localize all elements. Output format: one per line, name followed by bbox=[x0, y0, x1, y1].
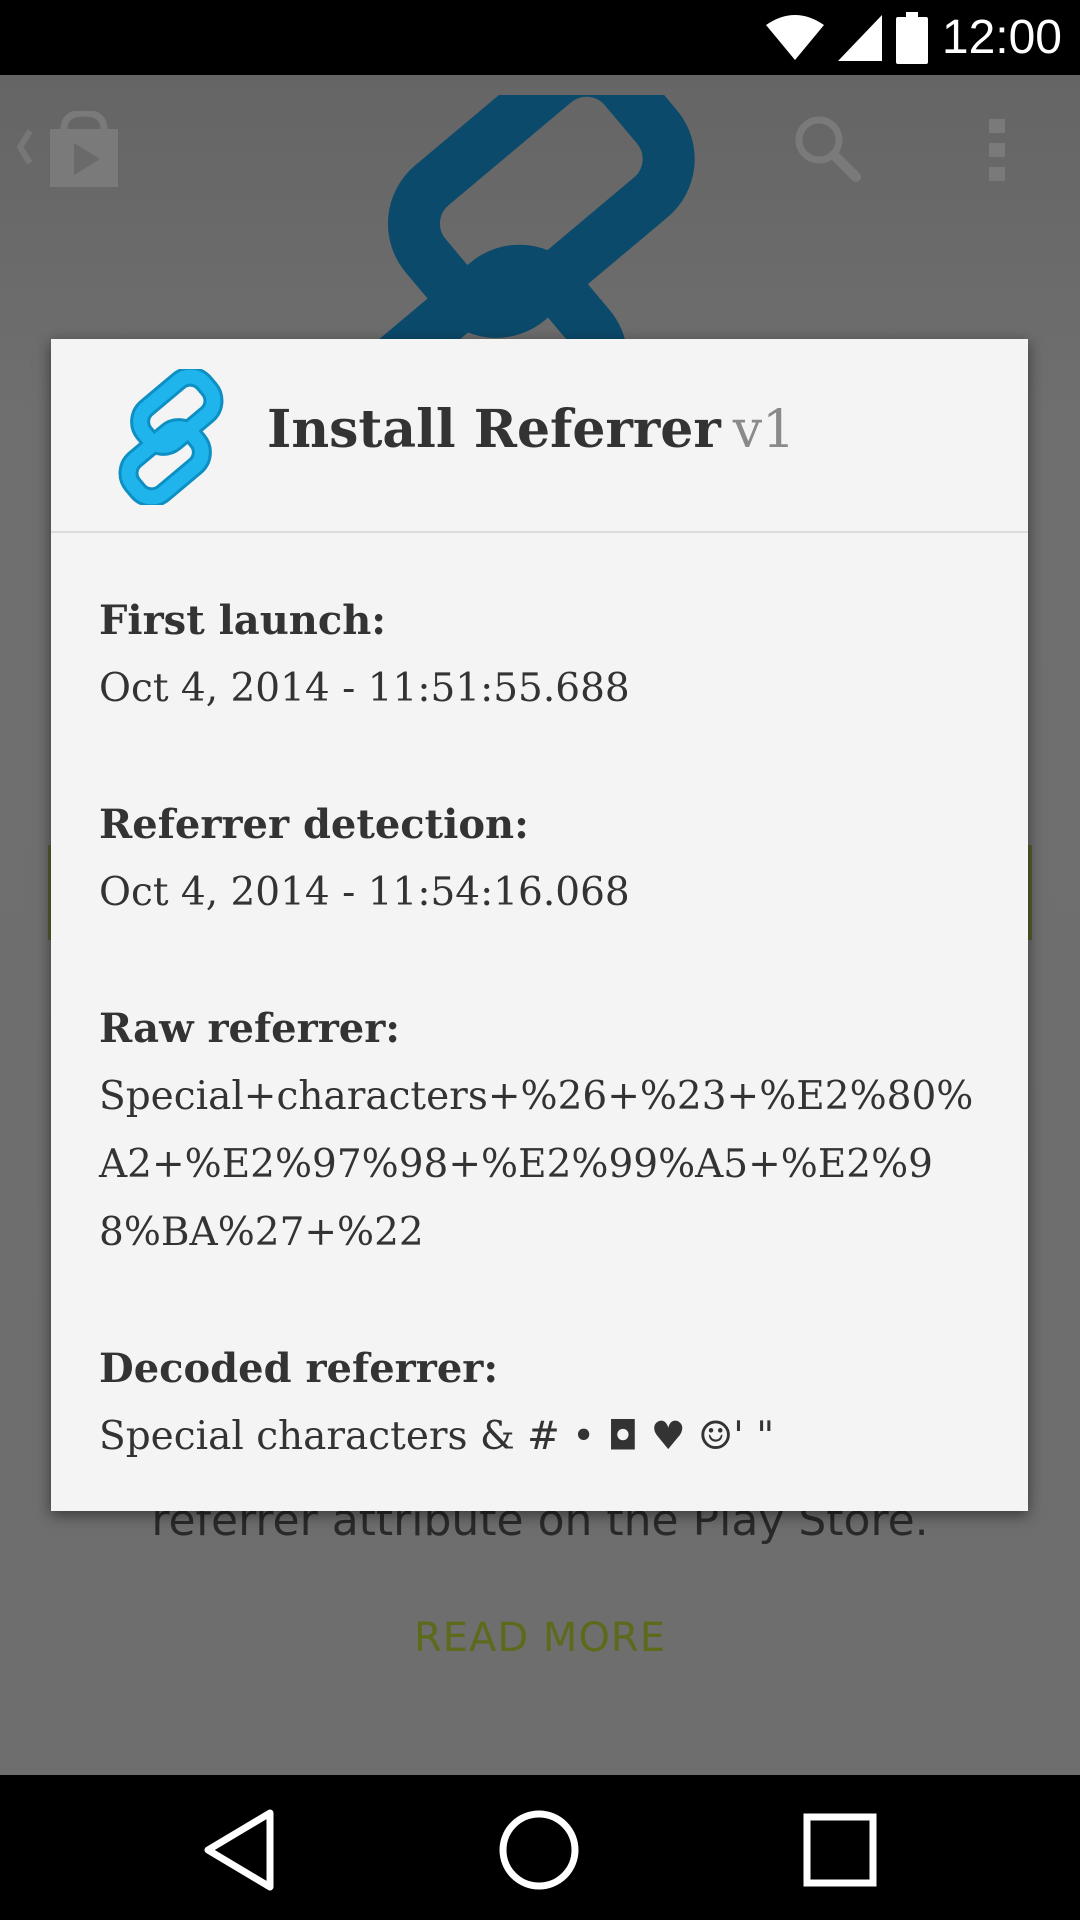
navigation-bar bbox=[0, 1775, 1080, 1920]
field-value: Oct 4, 2014 - 11:54:16.068 bbox=[99, 870, 630, 915]
status-bar: 12:00 bbox=[0, 0, 1080, 75]
field-value: Special+characters+%26+%23+%E2%80%A2+%E2… bbox=[99, 1074, 974, 1255]
field-label: First launch: bbox=[99, 597, 387, 644]
field-value: Oct 4, 2014 - 11:51:55.688 bbox=[99, 666, 630, 711]
back-icon[interactable] bbox=[192, 1805, 282, 1895]
install-referrer-dialog: Install Referrer v1 First launch: Oct 4, … bbox=[51, 339, 1028, 1511]
raw-referrer-field: Raw referrer: Special+characters+%26+%23… bbox=[99, 995, 980, 1267]
dialog-version: v1 bbox=[732, 400, 796, 460]
decoded-referrer-field: Decoded referrer: Special characters & #… bbox=[99, 1335, 980, 1471]
field-label: Referrer detection: bbox=[99, 801, 529, 848]
play-store-icon[interactable] bbox=[12, 111, 122, 187]
battery-icon bbox=[895, 11, 928, 64]
overflow-menu-icon[interactable] bbox=[984, 117, 1010, 183]
hero-link-icon bbox=[320, 95, 695, 365]
clock: 12:00 bbox=[941, 11, 1062, 64]
wifi-icon bbox=[765, 14, 824, 60]
dialog-header: Install Referrer v1 bbox=[51, 339, 1028, 533]
status-icons: 12:00 bbox=[765, 0, 1062, 75]
dialog-title-text: Install Referrer bbox=[267, 399, 721, 460]
first-launch-field: First launch: Oct 4, 2014 - 11:51:55.688 bbox=[99, 587, 980, 723]
field-label: Decoded referrer: bbox=[99, 1345, 499, 1392]
field-value: Special characters & # • ◘ ♥ ☺' " bbox=[99, 1414, 775, 1459]
referrer-detection-field: Referrer detection: Oct 4, 2014 - 11:54:… bbox=[99, 791, 980, 927]
search-icon[interactable] bbox=[792, 113, 862, 183]
home-icon[interactable] bbox=[494, 1805, 584, 1895]
link-icon bbox=[118, 369, 224, 505]
read-more-link[interactable]: READ MORE bbox=[0, 1615, 1080, 1661]
recents-icon[interactable] bbox=[795, 1805, 885, 1895]
field-label: Raw referrer: bbox=[99, 1005, 401, 1052]
signal-icon bbox=[837, 14, 882, 61]
dialog-body: First launch: Oct 4, 2014 - 11:51:55.688… bbox=[51, 533, 1028, 1471]
dialog-title: Install Referrer v1 bbox=[267, 399, 795, 460]
